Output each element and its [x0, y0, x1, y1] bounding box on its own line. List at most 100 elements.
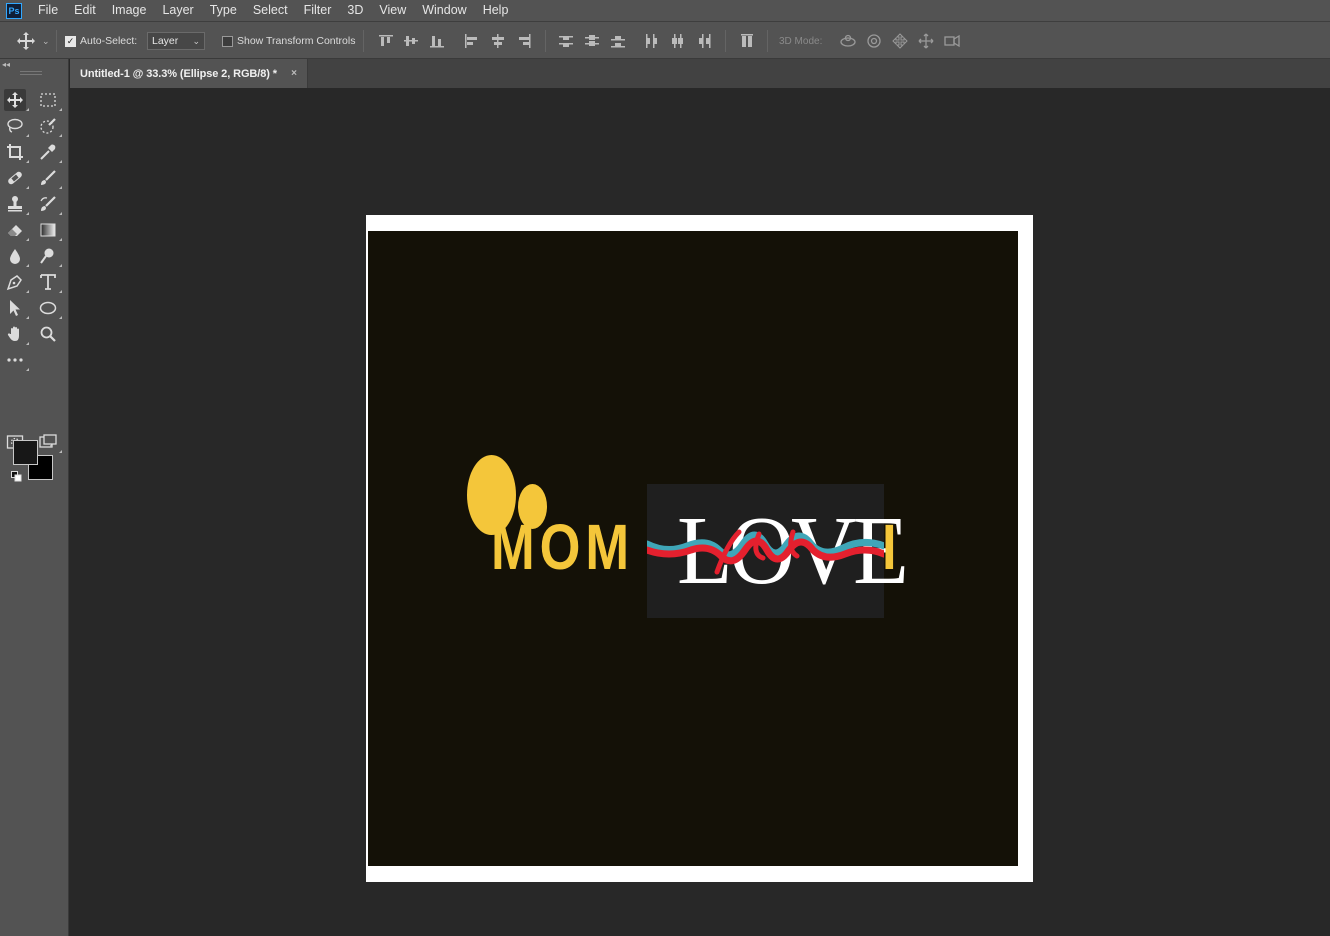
eraser-tool[interactable] — [4, 219, 29, 241]
auto-align-layers-icon[interactable] — [740, 34, 756, 48]
path-selection-tool[interactable] — [4, 297, 29, 319]
menu-type[interactable]: Type — [202, 0, 245, 21]
3d-mode-label: 3D Mode: — [779, 35, 823, 47]
dark-background-layer[interactable]: MOM LOVE I — [368, 231, 1018, 866]
distribute-top-edges-icon[interactable] — [558, 34, 574, 48]
auto-select-label: Auto-Select: — [80, 35, 138, 47]
default-colors-icon[interactable] — [11, 471, 22, 482]
menu-edit[interactable]: Edit — [66, 0, 104, 21]
options-bar: ⌄ ✓ Auto-Select: Layer ⌄ Show Transform … — [0, 21, 1330, 59]
type-t-icon — [40, 274, 56, 290]
menu-bar: Ps File Edit Image Layer Type Select Fil… — [0, 0, 1330, 21]
canvas-workspace[interactable]: MOM LOVE I — [70, 88, 1330, 936]
roll-3d-camera-icon[interactable] — [865, 33, 883, 49]
document-tab-bar: Untitled-1 @ 33.3% (Ellipse 2, RGB/8) * … — [70, 59, 1330, 88]
document-tab[interactable]: Untitled-1 @ 33.3% (Ellipse 2, RGB/8) * … — [70, 59, 308, 88]
menu-image[interactable]: Image — [104, 0, 155, 21]
menu-layer[interactable]: Layer — [154, 0, 201, 21]
crop-tool[interactable] — [4, 141, 29, 163]
orbit-3d-camera-icon[interactable] — [839, 33, 857, 49]
auto-select-target-dropdown[interactable]: Layer ⌄ — [147, 32, 205, 50]
you-ribbon-lettering — [647, 529, 884, 575]
move-tool[interactable] — [4, 89, 29, 111]
gradient-tool[interactable] — [37, 219, 62, 241]
rectangular-marquee-tool[interactable] — [37, 89, 62, 111]
zoom-tool[interactable] — [37, 323, 59, 345]
eraser-icon — [8, 225, 22, 236]
tools-panel: ◂◂ — [0, 59, 69, 936]
pen-tool[interactable] — [4, 271, 29, 293]
align-horizontal-centers-icon[interactable] — [490, 34, 506, 48]
pan-3d-camera-icon[interactable] — [891, 33, 909, 49]
slide-3d-camera-icon[interactable] — [917, 33, 935, 49]
lasso-tool[interactable] — [4, 115, 29, 137]
align-top-edges-icon[interactable] — [378, 34, 394, 48]
type-tool[interactable] — [37, 271, 62, 293]
distribute-right-edges-icon[interactable] — [696, 34, 712, 48]
collapse-panel-icon[interactable]: ◂◂ — [2, 60, 10, 69]
align-bottom-edges-icon[interactable] — [429, 34, 445, 48]
tool-preset-picker[interactable]: ⌄ — [16, 22, 50, 60]
screen-mode-button[interactable] — [37, 431, 62, 453]
magnifier-icon — [40, 326, 56, 342]
move-icon — [7, 92, 23, 108]
align-right-edges-icon[interactable] — [516, 34, 532, 48]
menu-window[interactable]: Window — [414, 0, 474, 21]
checkbox-checked-icon: ✓ — [65, 35, 76, 47]
show-transform-controls-label: Show Transform Controls — [237, 35, 356, 47]
brush-tool[interactable] — [37, 167, 62, 189]
quick-selection-icon — [40, 118, 56, 134]
align-left-edges-icon[interactable] — [464, 34, 480, 48]
dodge-icon — [40, 248, 54, 264]
i-text-layer[interactable]: I — [882, 515, 902, 579]
move-tool-icon — [17, 32, 35, 50]
document-tab-title: Untitled-1 @ 33.3% (Ellipse 2, RGB/8) * — [80, 67, 277, 80]
ellipse-icon — [39, 301, 57, 315]
blur-tool[interactable] — [4, 245, 29, 267]
auto-select-checkbox[interactable]: ✓ Auto-Select: — [65, 22, 137, 60]
bandage-icon — [8, 171, 22, 185]
zoom-3d-camera-icon[interactable] — [943, 33, 961, 49]
arrow-pointer-icon — [10, 300, 20, 316]
menu-filter[interactable]: Filter — [296, 0, 340, 21]
document-canvas[interactable]: MOM LOVE I — [366, 215, 1033, 882]
menu-help[interactable]: Help — [475, 0, 517, 21]
clone-stamp-tool[interactable] — [4, 193, 29, 215]
pen-nib-icon — [6, 275, 22, 291]
close-icon[interactable]: × — [291, 68, 297, 79]
panel-grip[interactable] — [20, 71, 42, 75]
distribute-vertical-centers-icon[interactable] — [584, 34, 600, 48]
gradient-icon — [40, 223, 56, 237]
auto-select-target-value: Layer — [152, 35, 179, 47]
brush-icon — [41, 170, 56, 185]
love-you-image-layer[interactable]: LOVE — [647, 484, 909, 618]
lasso-icon — [7, 118, 23, 133]
foreground-color-swatch[interactable] — [13, 440, 38, 465]
menu-select[interactable]: Select — [245, 0, 296, 21]
history-brush-tool[interactable] — [37, 193, 62, 215]
menu-view[interactable]: View — [371, 0, 414, 21]
menu-file[interactable]: File — [30, 0, 66, 21]
distribute-bottom-edges-icon[interactable] — [610, 34, 626, 48]
eyedropper-icon — [40, 144, 56, 160]
chevron-down-icon: ⌄ — [42, 35, 50, 46]
quick-selection-tool[interactable] — [37, 115, 62, 137]
dodge-tool[interactable] — [37, 245, 62, 267]
more-dots-icon — [7, 358, 23, 362]
show-transform-controls-checkbox[interactable]: Show Transform Controls — [222, 22, 355, 60]
rectangle-marquee-icon — [40, 93, 56, 107]
distribute-horizontal-centers-icon[interactable] — [670, 34, 686, 48]
ellipse-tool[interactable] — [37, 297, 62, 319]
mom-text-layer[interactable]: MOM — [491, 515, 634, 579]
history-brush-icon — [40, 196, 56, 211]
crop-icon — [7, 144, 23, 160]
chevron-down-icon: ⌄ — [192, 35, 200, 46]
hand-tool[interactable] — [4, 323, 29, 345]
eyedropper-tool[interactable] — [37, 141, 62, 163]
edit-toolbar-button[interactable] — [4, 349, 29, 371]
photoshop-logo: Ps — [6, 2, 22, 19]
menu-3d[interactable]: 3D — [339, 0, 371, 21]
distribute-left-edges-icon[interactable] — [644, 34, 660, 48]
spot-healing-brush-tool[interactable] — [4, 167, 29, 189]
align-vertical-centers-icon[interactable] — [403, 34, 419, 48]
